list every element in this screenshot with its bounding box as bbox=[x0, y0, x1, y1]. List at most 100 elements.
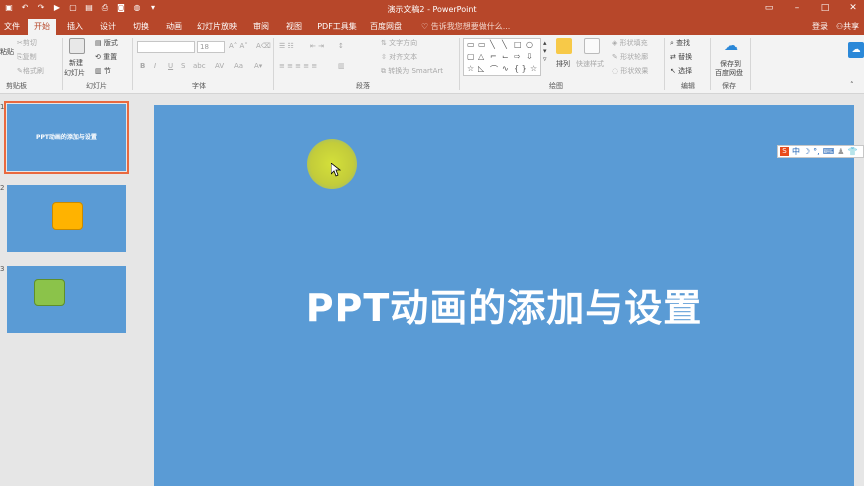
close-icon[interactable]: ✕ bbox=[848, 2, 858, 14]
skin-icon[interactable]: 👕 bbox=[847, 147, 857, 156]
select-button[interactable]: ↖ 选择 bbox=[670, 66, 692, 76]
align-text-button[interactable]: ⇳ 对齐文本 bbox=[381, 52, 417, 62]
current-slide[interactable]: PPT动画的添加与设置 bbox=[154, 105, 854, 486]
columns-icon[interactable]: ▥ bbox=[338, 62, 345, 70]
maximize-icon[interactable]: □ bbox=[820, 2, 830, 14]
rounded-rect-shape-icon[interactable]: ▢ bbox=[467, 52, 475, 61]
oval-shape-icon[interactable]: ○ bbox=[526, 40, 533, 49]
underline-button[interactable]: U bbox=[168, 62, 173, 70]
font-size-select[interactable]: 18 bbox=[197, 41, 225, 53]
replace-button[interactable]: ⇄ 替换 bbox=[670, 52, 692, 62]
cut-button[interactable]: ✂剪切 bbox=[17, 38, 37, 48]
smartart-button[interactable]: ⧉ 转换为 SmartArt bbox=[381, 66, 443, 76]
share-button[interactable]: ⚇共享 bbox=[836, 19, 859, 35]
tell-me-input[interactable]: ♡ 告诉我您想要做什么... bbox=[421, 19, 510, 35]
shape-effect-button[interactable]: ◌ 形状效果 bbox=[612, 66, 648, 76]
rect-shape-icon[interactable]: □ bbox=[514, 40, 522, 49]
clipboard-group-label: 剪贴板 bbox=[6, 82, 27, 90]
shapes-scroll-icon[interactable]: ▴ ▾ ▿ bbox=[543, 39, 547, 63]
save-to-baidu-label[interactable]: 百度网盘 bbox=[715, 68, 743, 78]
ribbon-tabs: 文件 开始 插入 设计 切换 动画 幻灯片放映 审阅 视图 PDF工具集 百度网… bbox=[0, 19, 864, 35]
font-color-button[interactable]: A▾ bbox=[254, 62, 262, 70]
ribbon-display-icon[interactable]: ▭ bbox=[764, 2, 774, 14]
punctuation-icon[interactable]: °, bbox=[813, 147, 820, 156]
slide-thumbnail-2[interactable] bbox=[7, 185, 126, 252]
clear-format-icon[interactable]: A⌫ bbox=[256, 42, 271, 50]
slide-title-text[interactable]: PPT动画的添加与设置 bbox=[154, 277, 854, 332]
text-direction-button[interactable]: ⇅ 文字方向 bbox=[381, 38, 417, 48]
wave-shape-icon[interactable]: ∿ bbox=[502, 64, 509, 73]
divider bbox=[710, 38, 711, 90]
shapes-gallery[interactable]: ▭ ▭ ╲ ╲ □ ○ ▢ △ ⌐ ⌙ ⇨ ⇩ ☆ ◺ ⌒ ∿ { } ☆ bbox=[463, 38, 541, 76]
elbow-shape-icon[interactable]: ⌙ bbox=[502, 52, 509, 61]
tab-transitions[interactable]: 切换 bbox=[128, 19, 154, 35]
tab-design[interactable]: 设计 bbox=[95, 19, 121, 35]
font-grow-icon[interactable]: A˄ A˅ bbox=[229, 42, 248, 50]
user-icon[interactable]: ♟ bbox=[837, 147, 844, 156]
slide-thumbnail-1[interactable]: PPT动画的添加与设置 bbox=[4, 101, 129, 174]
layout-button[interactable]: ▤ 版式 bbox=[95, 38, 118, 48]
login-link[interactable]: 登录 bbox=[812, 19, 828, 35]
star5-shape-icon[interactable]: ☆ bbox=[530, 64, 537, 73]
editing-group-label: 编辑 bbox=[681, 82, 695, 90]
tab-baidu-netdisk[interactable]: 百度网盘 bbox=[366, 19, 406, 35]
tab-file[interactable]: 文件 bbox=[0, 19, 24, 35]
tab-pdf-tools[interactable]: PDF工具集 bbox=[314, 19, 360, 35]
arrow-down-shape-icon[interactable]: ⇩ bbox=[526, 52, 533, 61]
pen-icon: ✎ bbox=[612, 53, 621, 61]
triangle-shape-icon[interactable]: △ bbox=[478, 52, 484, 61]
change-case-button[interactable]: Aa bbox=[234, 62, 243, 70]
strikethrough-button[interactable]: abc bbox=[193, 62, 206, 70]
moon-icon[interactable]: ☽ bbox=[803, 147, 810, 156]
arrow-right-shape-icon[interactable]: ⇨ bbox=[514, 52, 521, 61]
baidu-plugin-icon[interactable]: ☁ bbox=[848, 42, 864, 58]
new-slide-button[interactable]: 新建 bbox=[69, 58, 83, 68]
align-icons[interactable]: ≡ ≡ ≡ ≡ ≡ bbox=[279, 62, 317, 70]
tab-animations[interactable]: 动画 bbox=[161, 19, 187, 35]
line-spacing-icon[interactable]: ↕ bbox=[338, 42, 344, 50]
tab-insert[interactable]: 插入 bbox=[62, 19, 88, 35]
tab-slideshow[interactable]: 幻灯片放映 bbox=[194, 19, 240, 35]
indent-icon[interactable]: ⇤ ⇥ bbox=[310, 42, 324, 50]
shape-fill-button[interactable]: ◈ 形状填充 bbox=[612, 38, 648, 48]
section-button[interactable]: ▥ 节 bbox=[95, 66, 111, 76]
keyboard-icon[interactable]: ⌨ bbox=[823, 147, 835, 156]
paste-button[interactable]: 粘贴 bbox=[0, 47, 14, 57]
char-spacing-button[interactable]: AV bbox=[215, 62, 224, 70]
star-shape-icon[interactable]: ☆ bbox=[467, 64, 474, 73]
title-bar: ▣ ↶ ↷ ▶ ▢ ▤ ⎙ ◙ ◍ ▾ 演示文稿2 - PowerPoint ▭… bbox=[0, 0, 864, 19]
tab-review[interactable]: 审阅 bbox=[248, 19, 274, 35]
shadow-button[interactable]: S bbox=[181, 62, 185, 70]
curve-shape-icon[interactable]: ⌒ bbox=[490, 64, 498, 75]
reset-button[interactable]: ⟲ 重置 bbox=[95, 52, 117, 62]
bold-button[interactable]: B bbox=[140, 62, 145, 70]
shape-outline-button[interactable]: ✎ 形状轮廓 bbox=[612, 52, 648, 62]
lightbulb-icon: ♡ bbox=[421, 22, 431, 31]
textbox-shape-icon[interactable]: ▭ bbox=[467, 40, 475, 49]
tab-home[interactable]: 开始 bbox=[28, 19, 56, 35]
callout-shape-icon[interactable]: ◺ bbox=[478, 64, 484, 73]
tab-view[interactable]: 视图 bbox=[281, 19, 307, 35]
vtextbox-shape-icon[interactable]: ▭ bbox=[478, 40, 486, 49]
format-painter-button[interactable]: ✎格式刷 bbox=[17, 66, 44, 76]
quick-styles-button[interactable]: 快速样式 bbox=[576, 59, 604, 69]
new-slide-label[interactable]: 幻灯片 bbox=[64, 68, 85, 78]
divider bbox=[664, 38, 665, 90]
slide-thumbnail-3[interactable] bbox=[7, 266, 126, 333]
font-family-select[interactable] bbox=[137, 41, 195, 53]
copy-button[interactable]: ⎘复制 bbox=[17, 52, 37, 62]
connector-shape-icon[interactable]: ⌐ bbox=[490, 52, 497, 61]
sogou-logo-icon[interactable]: S bbox=[780, 147, 789, 156]
collapse-ribbon-icon[interactable]: ˄ bbox=[850, 81, 854, 89]
ime-toolbar[interactable]: S 中 ☽ °, ⌨ ♟ 👕 bbox=[777, 145, 864, 158]
ime-chinese-mode[interactable]: 中 bbox=[792, 146, 800, 157]
minimize-icon[interactable]: – bbox=[792, 2, 802, 14]
italic-button[interactable]: I bbox=[154, 62, 156, 70]
brace-shape-icon[interactable]: { } bbox=[514, 64, 527, 73]
line-shape-icon[interactable]: ╲ bbox=[490, 40, 495, 49]
find-button[interactable]: ⌕ 查找 bbox=[670, 38, 690, 48]
arrange-button[interactable]: 排列 bbox=[556, 59, 570, 69]
bullets-icon[interactable]: ☰ ☷ bbox=[279, 42, 294, 50]
line2-shape-icon[interactable]: ╲ bbox=[502, 40, 507, 49]
quick-styles-icon bbox=[584, 38, 600, 54]
